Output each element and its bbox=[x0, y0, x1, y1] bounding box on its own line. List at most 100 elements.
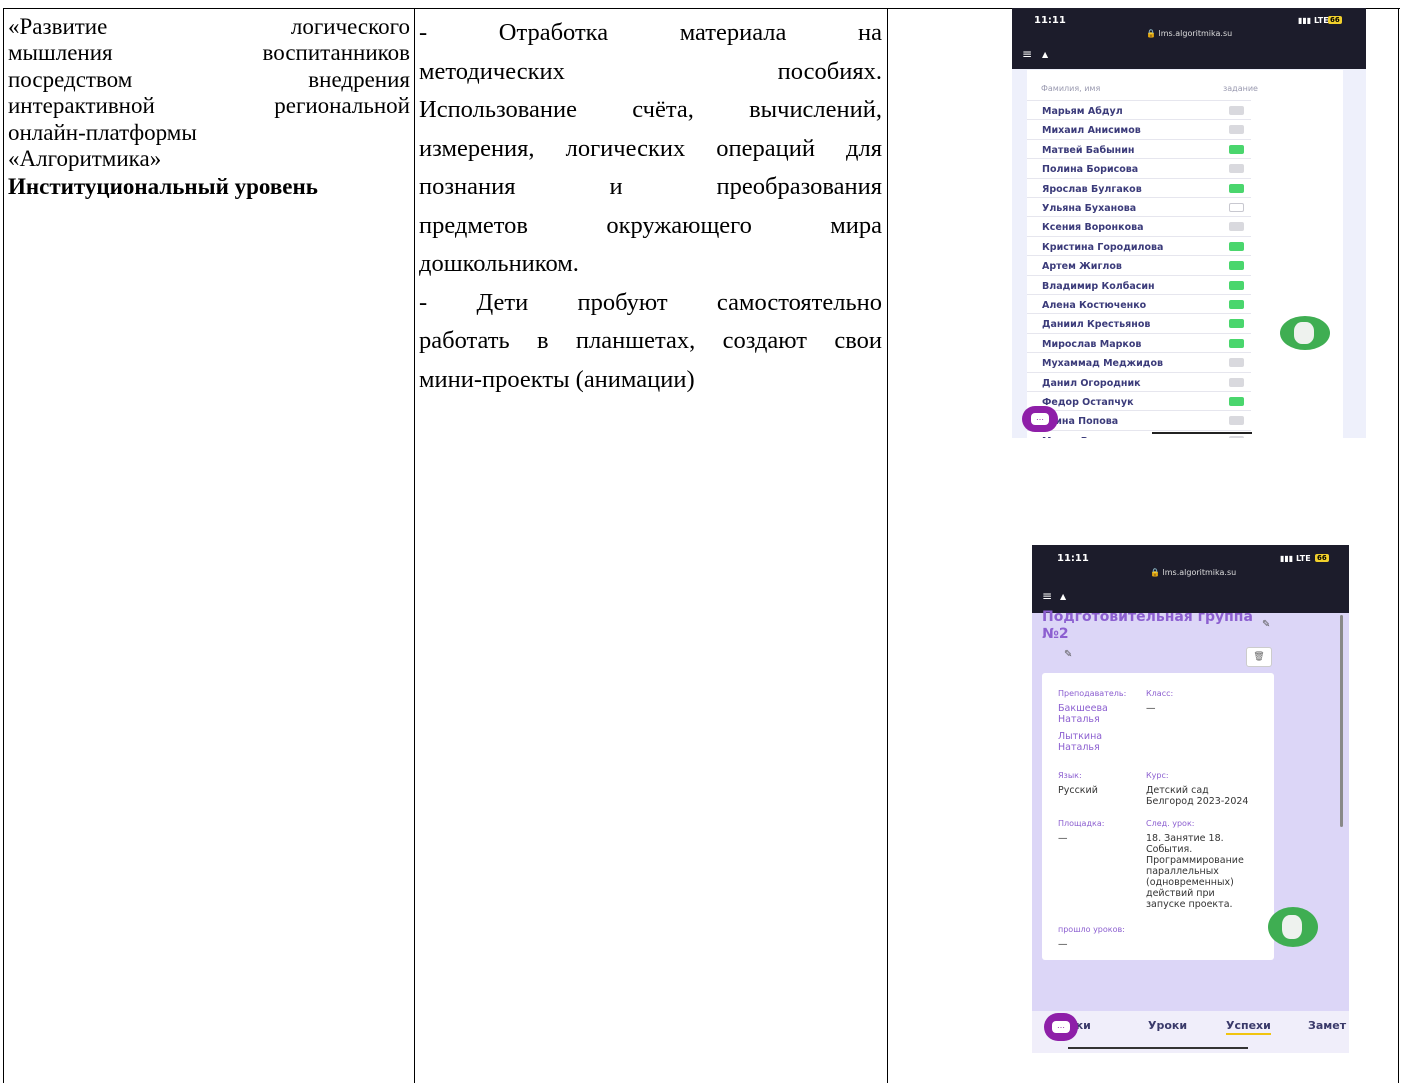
student-row[interactable]: ерина Попова bbox=[1027, 410, 1251, 429]
task-status-badge[interactable] bbox=[1229, 416, 1244, 426]
tab-notes[interactable]: Замет bbox=[1308, 1019, 1346, 1032]
task-status-badge[interactable] bbox=[1229, 397, 1244, 406]
student-name: Михаил Анисимов bbox=[1042, 125, 1141, 137]
student-name: Мирослав Марков bbox=[1042, 338, 1142, 350]
chat-button[interactable]: … bbox=[1022, 406, 1058, 432]
past-lessons-value: — bbox=[1058, 939, 1068, 950]
task-status-badge[interactable] bbox=[1229, 203, 1244, 212]
level-label: Институциональный уровень bbox=[8, 174, 318, 200]
student-row[interactable]: Данил Огородник bbox=[1027, 371, 1251, 391]
description-line: предметов окружающего мира bbox=[419, 211, 882, 239]
student-row[interactable]: Марьям Абдул bbox=[1027, 100, 1251, 119]
url-bar[interactable]: 🔒 lms.algoritmika.su bbox=[1150, 568, 1236, 577]
student-name: Федор Остапчук bbox=[1042, 397, 1134, 408]
group-card-screenshot: 11:11 🔒 lms.algoritmika.su ▮▮▮ LTE 66 ≡ … bbox=[1032, 545, 1349, 1053]
project-title-line: онлайн-платформы bbox=[8, 119, 197, 145]
student-row[interactable]: Мирослав Марков bbox=[1027, 332, 1251, 352]
student-name: Владимир Колбасин bbox=[1042, 280, 1155, 292]
student-row[interactable]: Ксения Воронкова bbox=[1027, 216, 1251, 235]
project-title-line: «Развитие логического bbox=[8, 14, 410, 39]
task-status-badge[interactable] bbox=[1229, 183, 1244, 193]
student-row[interactable]: Ярослав Булгаков bbox=[1027, 177, 1251, 197]
tab-lessons[interactable]: Уроки bbox=[1148, 1019, 1187, 1032]
student-row[interactable]: Мухаммад Меджидов bbox=[1027, 352, 1251, 371]
task-status-badge[interactable] bbox=[1229, 222, 1244, 232]
site-value: — bbox=[1058, 833, 1068, 844]
table-border-right bbox=[1398, 8, 1399, 1083]
description-line: - Отработка материала на bbox=[419, 19, 882, 46]
group-title: Подготовительная группа №2 bbox=[1042, 609, 1253, 643]
task-status-badge[interactable] bbox=[1229, 377, 1244, 387]
student-row[interactable]: Матвей Бабынин bbox=[1027, 138, 1251, 158]
student-name: Полина Борисова bbox=[1042, 164, 1139, 176]
task-status-badge[interactable] bbox=[1229, 106, 1244, 115]
task-status-badge[interactable] bbox=[1229, 261, 1244, 271]
delete-icon[interactable]: 🗑 bbox=[1246, 647, 1272, 667]
profile-icon[interactable]: ▲ bbox=[1042, 50, 1048, 59]
student-name: Даниил Крестьянов bbox=[1042, 319, 1151, 331]
student-row[interactable]: Даниил Крестьянов bbox=[1027, 313, 1251, 332]
profile-icon[interactable]: ▲ bbox=[1060, 592, 1066, 601]
description-line: измерения, логических операций для bbox=[419, 134, 882, 162]
signal-icon: ▮▮▮ LTE bbox=[1298, 16, 1329, 25]
student-row[interactable]: Полина Борисова bbox=[1027, 158, 1251, 177]
task-status-badge[interactable] bbox=[1229, 319, 1244, 329]
task-status-badge[interactable] bbox=[1229, 358, 1244, 368]
student-name: Марьям Абдул bbox=[1042, 106, 1123, 117]
student-list-screenshot: 11:11 🔒 lms.algoritmika.su ▮▮▮ LTE 66 ≡ … bbox=[1012, 8, 1366, 438]
network-label: LTE bbox=[1296, 554, 1311, 563]
description-cell: - Отработка материала на методических по… bbox=[419, 14, 882, 399]
language-value: Русский bbox=[1058, 785, 1098, 796]
column-divider-1 bbox=[414, 8, 415, 1083]
task-status-badge[interactable] bbox=[1229, 300, 1244, 309]
hamburger-icon[interactable]: ≡ bbox=[1042, 589, 1052, 603]
edit-icon[interactable]: ✎ bbox=[1064, 649, 1072, 660]
student-row[interactable]: Ульяна Буханова bbox=[1027, 197, 1251, 216]
tab-progress[interactable]: Успехи bbox=[1226, 1019, 1271, 1035]
teacher-label: Преподаватель: bbox=[1058, 689, 1127, 698]
table-border-left bbox=[3, 8, 4, 1083]
student-name: Данил Огородник bbox=[1042, 377, 1141, 389]
url-bar[interactable]: 🔒 lms.algoritmika.su bbox=[1146, 29, 1232, 38]
scrollbar[interactable] bbox=[1340, 615, 1343, 827]
student-row[interactable]: Кристина Городилова bbox=[1027, 235, 1251, 255]
edit-title-icon[interactable]: ✎ bbox=[1262, 619, 1270, 630]
app-nav: ≡ ▲ bbox=[1012, 41, 1366, 69]
task-status-badge[interactable] bbox=[1229, 241, 1244, 251]
student-name: Ярослав Булгаков bbox=[1042, 183, 1142, 195]
group-title-line: №2 bbox=[1042, 626, 1069, 642]
student-row[interactable]: Федор Остапчук bbox=[1027, 391, 1251, 410]
teacher-name[interactable]: Бакшеева Наталья bbox=[1058, 703, 1108, 725]
task-status-badge[interactable] bbox=[1229, 125, 1244, 135]
student-name: Ульяна Буханова bbox=[1042, 203, 1137, 214]
class-label: Класс: bbox=[1146, 689, 1174, 698]
student-row[interactable]: Артем Жиглов bbox=[1027, 255, 1251, 274]
network-label: LTE bbox=[1314, 16, 1329, 25]
battery-icon: 66 bbox=[1315, 554, 1329, 562]
task-status-badge[interactable] bbox=[1229, 280, 1244, 290]
mascot-avatar-icon[interactable] bbox=[1268, 907, 1318, 947]
task-status-badge[interactable] bbox=[1229, 338, 1244, 348]
task-status-badge[interactable] bbox=[1229, 164, 1244, 174]
course-value: Детский сад Белгород 2023-2024 bbox=[1146, 785, 1249, 807]
description-line: методических пособиях. bbox=[419, 57, 882, 85]
mascot-avatar-icon[interactable] bbox=[1280, 316, 1330, 350]
chat-button[interactable]: … bbox=[1044, 1013, 1078, 1041]
student-row[interactable]: Алена Костюченко bbox=[1027, 294, 1251, 313]
student-name: Алена Костюченко bbox=[1042, 300, 1147, 311]
description-line: Использование счёта, вычислений, bbox=[419, 96, 882, 123]
project-title-line: мышления воспитанников bbox=[8, 40, 410, 66]
student-row[interactable]: Михаил Анисимов bbox=[1027, 119, 1251, 138]
student-row[interactable]: Владимир Колбасин bbox=[1027, 274, 1251, 294]
task-status-badge[interactable] bbox=[1229, 144, 1244, 154]
class-value: — bbox=[1146, 703, 1156, 714]
task-status-badge[interactable] bbox=[1229, 435, 1244, 438]
project-title-cell: «Развитие логического мышления воспитанн… bbox=[8, 14, 410, 201]
teacher-name[interactable]: Лыткина Наталья bbox=[1058, 731, 1102, 753]
status-bar: 11:11 🔒 lms.algoritmika.su ▮▮▮ LTE 66 bbox=[1012, 8, 1366, 41]
clock: 11:11 bbox=[1034, 15, 1066, 26]
student-name: Кристина Городилова bbox=[1042, 241, 1164, 253]
column-header-name: Фамилия, имя bbox=[1041, 84, 1101, 93]
student-name: Матвей Бабынин bbox=[1042, 144, 1135, 156]
hamburger-icon[interactable]: ≡ bbox=[1022, 47, 1032, 61]
